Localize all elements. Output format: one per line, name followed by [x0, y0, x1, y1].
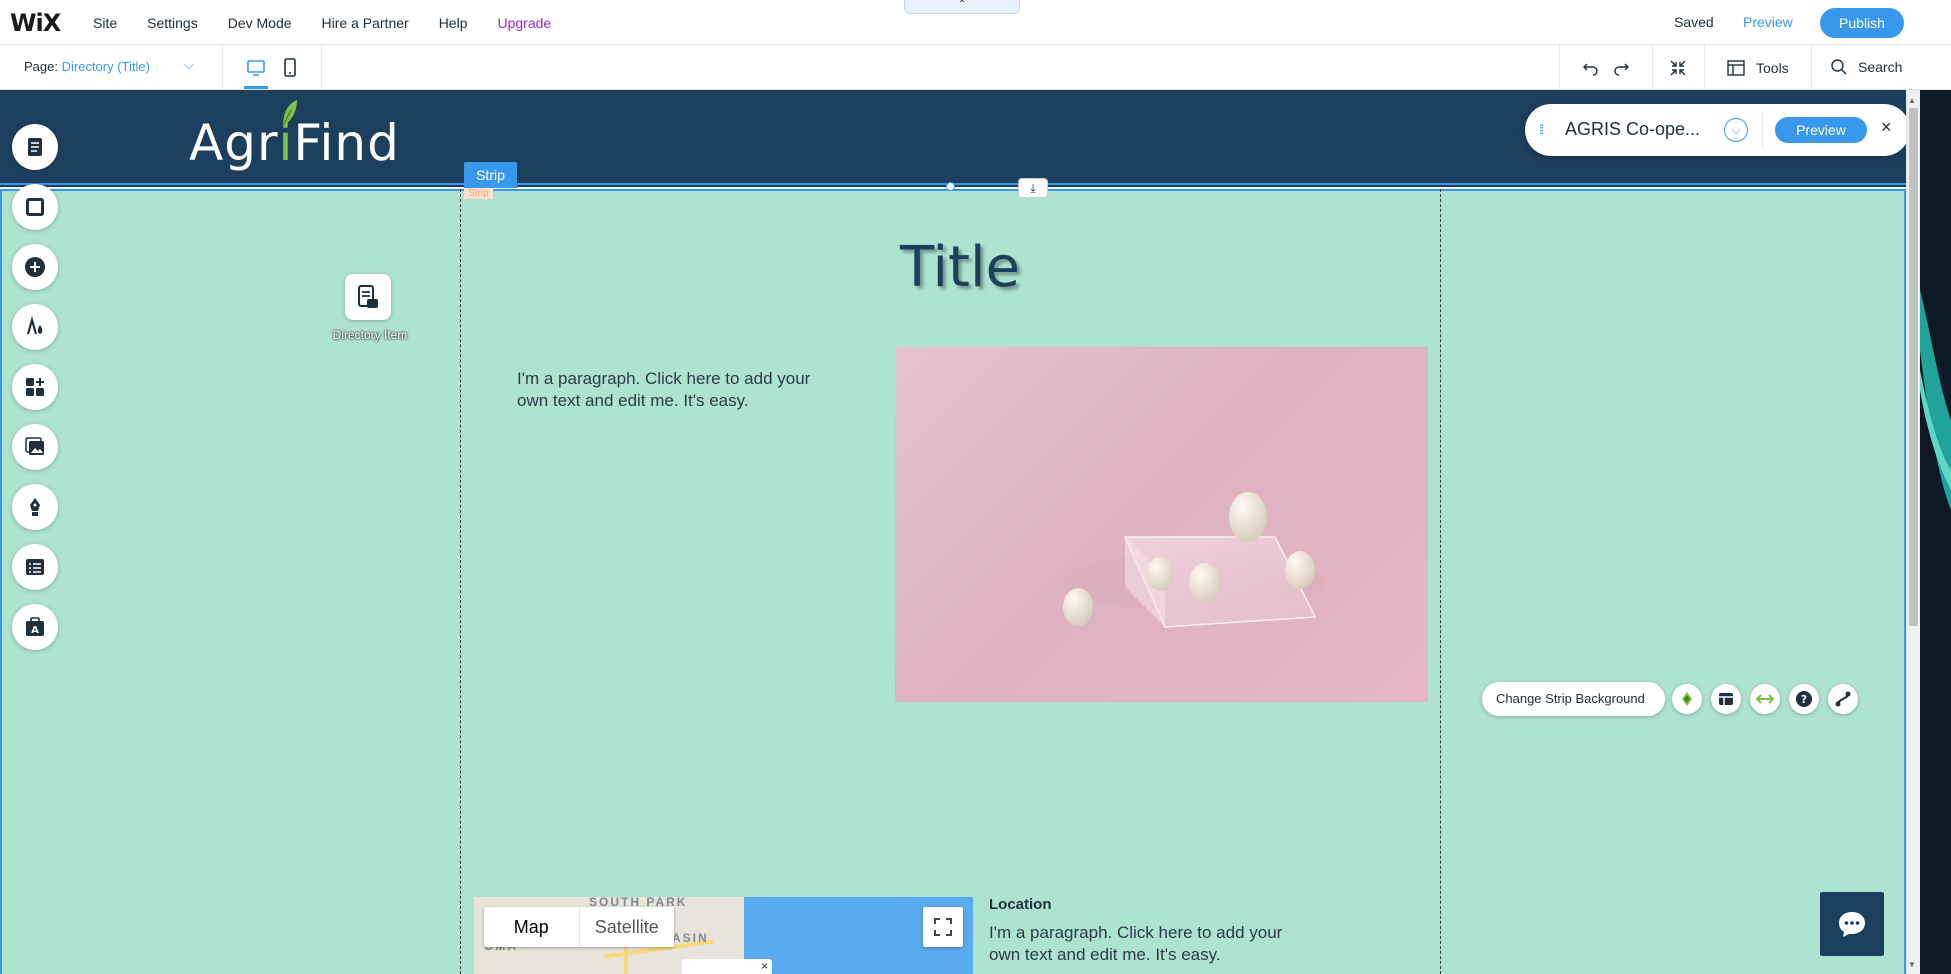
page-title-text[interactable]: Title [900, 235, 1020, 300]
map-tab-satellite[interactable]: Satellite [580, 907, 675, 947]
right-column-guide [1440, 189, 1441, 974]
brand-suffix: Find [293, 114, 400, 172]
dataset-preview-button[interactable]: Preview [1775, 117, 1867, 143]
scroll-up-arrow-icon[interactable]: ▲ [1908, 96, 1916, 105]
map-info-card[interactable]: × [682, 959, 772, 974]
search-label: Search [1858, 59, 1903, 75]
drag-grip-icon[interactable]: ⁞⁞ [1539, 122, 1544, 137]
collapse-topbar-handle[interactable]: ⌃ [904, 0, 1020, 14]
help-icon[interactable]: ? [1789, 684, 1819, 714]
location-heading[interactable]: Location [989, 896, 1052, 913]
blog-icon[interactable] [12, 484, 58, 530]
page-label: Page: [24, 59, 58, 74]
divider [1762, 112, 1763, 148]
strip-label-tag[interactable]: Strip [464, 162, 517, 188]
tools-button[interactable]: Tools [1726, 58, 1789, 78]
menu-dev-mode[interactable]: Dev Mode [228, 15, 292, 31]
tools-icon [1727, 60, 1745, 76]
dataset-name[interactable]: AGRIS Co-ope... [1565, 119, 1700, 140]
menu-settings[interactable]: Settings [147, 15, 198, 31]
divider [1704, 45, 1705, 90]
scroll-down-arrow-icon[interactable]: ▼ [1908, 960, 1916, 969]
editor-canvas[interactable]: AgriFind Strip Strip ⤓ Title I'm a parag… [0, 90, 1951, 974]
main-menu: Site Settings Dev Mode Hire a Partner He… [93, 0, 581, 45]
svg-text:A: A [31, 625, 39, 636]
divider [1652, 45, 1653, 90]
search-icon [1831, 59, 1847, 75]
map-district-label: ASIN [672, 931, 709, 945]
add-icon[interactable] [12, 244, 58, 290]
menu-upgrade[interactable]: Upgrade [497, 15, 551, 31]
active-view-indicator [244, 86, 268, 89]
redo-icon[interactable] [1611, 58, 1631, 78]
dataset-connection-panel: ⁞⁞ AGRIS Co-ope... ⌵ Preview × [1525, 104, 1910, 156]
undo-icon[interactable] [1581, 58, 1601, 78]
divider [222, 45, 223, 90]
close-icon[interactable]: × [1881, 117, 1892, 138]
leaf-logo-icon [282, 100, 297, 127]
chat-button[interactable] [1820, 892, 1884, 956]
divider [1559, 45, 1560, 90]
eggs-photo-illustration [1063, 492, 1325, 628]
fullscreen-icon[interactable] [923, 907, 963, 947]
divider [1811, 45, 1812, 90]
change-strip-background-button[interactable]: Change Strip Background [1482, 682, 1665, 716]
connect-to-data-icon[interactable] [1828, 684, 1858, 714]
cms-icon[interactable] [12, 544, 58, 590]
layout-icon[interactable] [1711, 684, 1741, 714]
directory-item-icon[interactable] [345, 274, 391, 320]
app-market-icon[interactable] [12, 364, 58, 410]
brand-prefix: Agr [189, 114, 279, 172]
eggs-image[interactable] [895, 347, 1428, 702]
google-map[interactable]: SOUTH PARK ASIN OMA Map Satellite × [474, 897, 973, 974]
mobile-view-icon[interactable] [280, 56, 300, 80]
anchor-down-icon[interactable]: ⤓ [1018, 178, 1048, 198]
map-type-tabs: Map Satellite [484, 907, 674, 947]
top-bar: WiX Site Settings Dev Mode Hire a Partne… [0, 0, 1951, 45]
background-icon[interactable] [12, 184, 58, 230]
page-name: Directory (Title) [61, 59, 150, 74]
menu-hire-a-partner[interactable]: Hire a Partner [322, 15, 409, 31]
preview-link[interactable]: Preview [1743, 14, 1793, 30]
chevron-down-icon[interactable]: ⌵ [1724, 118, 1748, 142]
strip-resize-handle[interactable] [946, 182, 955, 191]
design-icon[interactable] [12, 304, 58, 350]
help-glyph: ? [1801, 693, 1807, 706]
decorative-wave [1920, 290, 1951, 510]
wix-logo[interactable]: WiX [10, 9, 61, 37]
paragraph-text[interactable]: I'm a paragraph. Click here to add your … [517, 368, 837, 412]
chat-bubble-icon [1839, 912, 1865, 937]
left-add-panel: A [12, 124, 60, 664]
chevron-down-icon[interactable]: ⌵ [184, 57, 194, 73]
desktop-background [1920, 90, 1951, 974]
divider [321, 45, 322, 90]
close-icon[interactable]: × [761, 959, 768, 973]
strip-mini-tag: Strip [464, 188, 493, 199]
page-toolbar: Page: Directory (Title) ⌵ Tools Search [0, 45, 1951, 90]
menu-help[interactable]: Help [439, 15, 468, 31]
search-button[interactable]: Search [1830, 58, 1902, 76]
menu-site[interactable]: Site [93, 15, 117, 31]
desktop-view-icon[interactable] [244, 56, 268, 80]
media-icon[interactable] [12, 424, 58, 470]
tools-label: Tools [1756, 60, 1789, 76]
stretch-icon[interactable] [1750, 684, 1780, 714]
map-tab-map[interactable]: Map [484, 907, 580, 947]
publish-button[interactable]: Publish [1820, 8, 1904, 38]
portfolio-icon[interactable]: A [12, 604, 58, 650]
animation-icon[interactable] [1672, 684, 1702, 714]
zoom-out-icon[interactable] [1668, 58, 1688, 78]
pages-icon[interactable] [12, 124, 58, 170]
left-column-guide [460, 189, 461, 974]
location-paragraph[interactable]: I'm a paragraph. Click here to add your … [989, 922, 1309, 966]
page-selector[interactable]: Page: Directory (Title) [24, 59, 150, 74]
scrollbar-thumb[interactable] [1909, 108, 1918, 626]
saved-status: Saved [1674, 14, 1714, 30]
directory-item-label: Directory Item [332, 328, 408, 342]
